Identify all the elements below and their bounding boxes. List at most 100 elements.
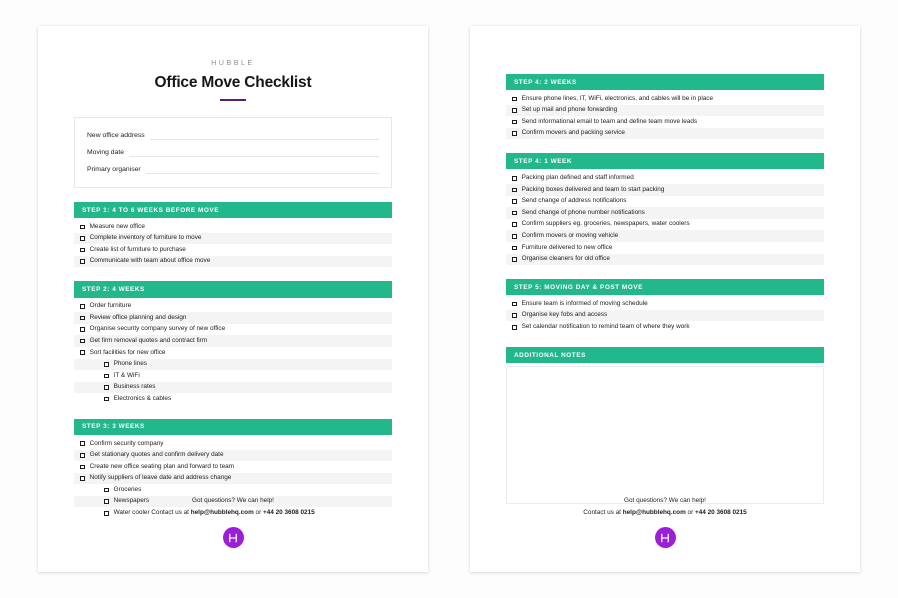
section-heading: STEP 4: 2 WEEKS	[506, 74, 824, 91]
checkbox-icon[interactable]	[512, 187, 517, 193]
checkbox-icon[interactable]	[512, 199, 517, 204]
detail-field-primary-organiser[interactable]: Primary organiser	[87, 160, 379, 177]
checkbox-icon[interactable]	[512, 313, 517, 318]
checkbox-icon[interactable]	[104, 362, 109, 367]
checklist-item[interactable]: Sort facilities for new office	[74, 347, 392, 359]
checklist-item-label: Get stationary quotes and confirm delive…	[89, 451, 224, 459]
checklist-item[interactable]: Review office planning and design	[74, 312, 392, 324]
checklist-item[interactable]: IT & WiFi	[74, 370, 392, 382]
checklist-item-label: IT & WiFi	[113, 371, 140, 379]
checklist-item[interactable]: Groceries	[74, 484, 392, 496]
checkbox-icon[interactable]	[512, 245, 517, 251]
checkbox-icon[interactable]	[512, 119, 517, 125]
checkbox-icon[interactable]	[80, 236, 85, 241]
checklist-item[interactable]: Confirm movers or moving vehicle	[506, 230, 824, 243]
checkbox-icon[interactable]	[512, 301, 517, 307]
checklist-item-label: Confirm security company	[89, 439, 164, 447]
footer-contact-email[interactable]: help@hubblehq.com	[191, 509, 254, 516]
checklist-item[interactable]: Packing boxes delivered and team to star…	[506, 184, 824, 196]
footer-contact-middle: or	[253, 509, 263, 517]
checkbox-icon[interactable]	[104, 487, 109, 493]
checklist-item[interactable]: Furniture delivered to new office	[506, 242, 824, 254]
checklist-page-2: STEP 4: 2 WEEKS Ensure phone lines, IT, W…	[470, 26, 860, 572]
checkbox-icon[interactable]	[104, 396, 109, 402]
checklist-item-label: Confirm suppliers eg. groceries, newspap…	[521, 220, 690, 228]
checkbox-icon[interactable]	[80, 247, 85, 253]
checklist-item[interactable]: Confirm suppliers eg. groceries, newspap…	[506, 219, 824, 231]
checklist-item[interactable]: Confirm security company	[74, 438, 392, 450]
checklist-item[interactable]: Packing plan defined and staff informed	[506, 172, 824, 184]
checkbox-icon[interactable]	[80, 304, 85, 309]
checklist-item[interactable]: Business rates	[74, 381, 392, 394]
checklist-item[interactable]: Set calendar notification to remind team…	[506, 321, 824, 333]
checkbox-icon[interactable]	[80, 315, 85, 321]
checklist-item[interactable]: Create new office seating plan and forwa…	[74, 461, 392, 473]
checklist-item[interactable]: Create list of furniture to purchase	[74, 244, 392, 256]
section-step-5-moving-day-post-move: STEP 5: MOVING DAY & POST MOVE Ensure tea…	[506, 279, 824, 333]
checklist-item-label: Measure new office	[89, 222, 145, 230]
checklist-item[interactable]: Confirm movers and packing service	[506, 127, 824, 140]
checkbox-icon[interactable]	[80, 338, 85, 344]
checklist-item-label: Electronics & cables	[113, 394, 172, 402]
page-footer: Got questions? We can help! Contact us a…	[506, 495, 824, 548]
checklist-item[interactable]: Organise cleaners for old office	[506, 253, 824, 266]
task-list: Ensure phone lines, IT, WiFi, electronic…	[506, 93, 824, 140]
checklist-item[interactable]: Send change of address notifications	[506, 196, 824, 208]
detail-field-moving-date[interactable]: Moving date	[87, 143, 379, 160]
section-heading-additional-notes: ADDITIONAL NOTES	[506, 347, 824, 364]
checklist-item[interactable]: Send change of phone number notification…	[506, 207, 824, 219]
checklist-item[interactable]: Notify suppliers of leave date and addre…	[74, 472, 392, 485]
detail-input-line[interactable]	[145, 172, 379, 175]
checklist-item-label: Confirm movers or moving vehicle	[521, 232, 619, 240]
checkbox-icon[interactable]	[80, 327, 85, 332]
checklist-item[interactable]: Set up mail and phone forwarding	[506, 104, 824, 117]
checklist-item[interactable]: Organise security company survey of new …	[74, 324, 392, 336]
checkbox-icon[interactable]	[512, 257, 517, 262]
detail-field-new-office-address[interactable]: New office address	[87, 126, 379, 143]
checklist-item[interactable]: Electronics & cables	[74, 393, 392, 405]
checkbox-icon[interactable]	[512, 324, 517, 330]
checkbox-icon[interactable]	[512, 108, 517, 113]
checkbox-icon[interactable]	[512, 96, 517, 102]
checkbox-icon[interactable]	[80, 441, 85, 447]
move-details-box: New office address Moving date Primary o…	[74, 116, 392, 189]
detail-input-line[interactable]	[149, 138, 379, 140]
checkbox-icon[interactable]	[512, 175, 517, 181]
checklist-item[interactable]: Ensure phone lines, IT, WiFi, electronic…	[506, 93, 824, 105]
checklist-item-label: Send change of address notifications	[521, 197, 627, 205]
checkbox-icon[interactable]	[80, 464, 85, 470]
left-sections-container: STEP 1: 4 TO 6 WEEKS BEFORE MOVE Measure …	[74, 202, 392, 519]
footer-question: Got questions? We can help!	[624, 497, 706, 505]
checklist-item[interactable]: Get firm removal quotes and contract fir…	[74, 335, 392, 347]
additional-notes-input[interactable]	[506, 366, 824, 505]
checklist-item[interactable]: Communicate with team about office move	[74, 255, 392, 268]
checkbox-icon[interactable]	[512, 233, 517, 239]
checklist-item-label: Ensure phone lines, IT, WiFi, electronic…	[521, 94, 714, 102]
checklist-item[interactable]: Order furniture	[74, 301, 392, 313]
checkbox-icon[interactable]	[80, 224, 85, 230]
footer-contact-phone: +44 20 3608 0215	[695, 509, 747, 517]
checkbox-icon[interactable]	[80, 259, 85, 264]
checklist-item[interactable]: Get stationary quotes and confirm delive…	[74, 449, 392, 462]
hubble-logo-icon	[654, 527, 676, 548]
checkbox-icon[interactable]	[512, 222, 517, 227]
checklist-item-label: Groceries	[113, 485, 142, 493]
checkbox-icon[interactable]	[80, 350, 85, 355]
brand-wordmark: HUBBLE	[211, 60, 255, 67]
checkbox-icon[interactable]	[104, 373, 109, 379]
checklist-item[interactable]: Complete inventory of furniture to move	[74, 232, 392, 245]
checkbox-icon[interactable]	[104, 385, 109, 390]
checkbox-icon[interactable]	[512, 210, 517, 216]
checkbox-icon[interactable]	[80, 476, 85, 481]
checklist-item[interactable]: Phone lines	[74, 358, 392, 371]
checklist-item[interactable]: Ensure team is informed of moving schedu…	[506, 298, 824, 310]
detail-input-line[interactable]	[129, 155, 379, 157]
section-heading: STEP 1: 4 TO 6 WEEKS BEFORE MOVE	[74, 202, 392, 219]
footer-contact-middle: or	[685, 509, 695, 517]
checklist-item[interactable]: Measure new office	[74, 221, 392, 233]
checklist-item[interactable]: Send informational email to team and def…	[506, 116, 824, 128]
footer-contact-email[interactable]: help@hubblehq.com	[623, 509, 686, 516]
checkbox-icon[interactable]	[512, 131, 517, 136]
checkbox-icon[interactable]	[80, 453, 85, 458]
checklist-item[interactable]: Organise key fobs and access	[506, 309, 824, 322]
